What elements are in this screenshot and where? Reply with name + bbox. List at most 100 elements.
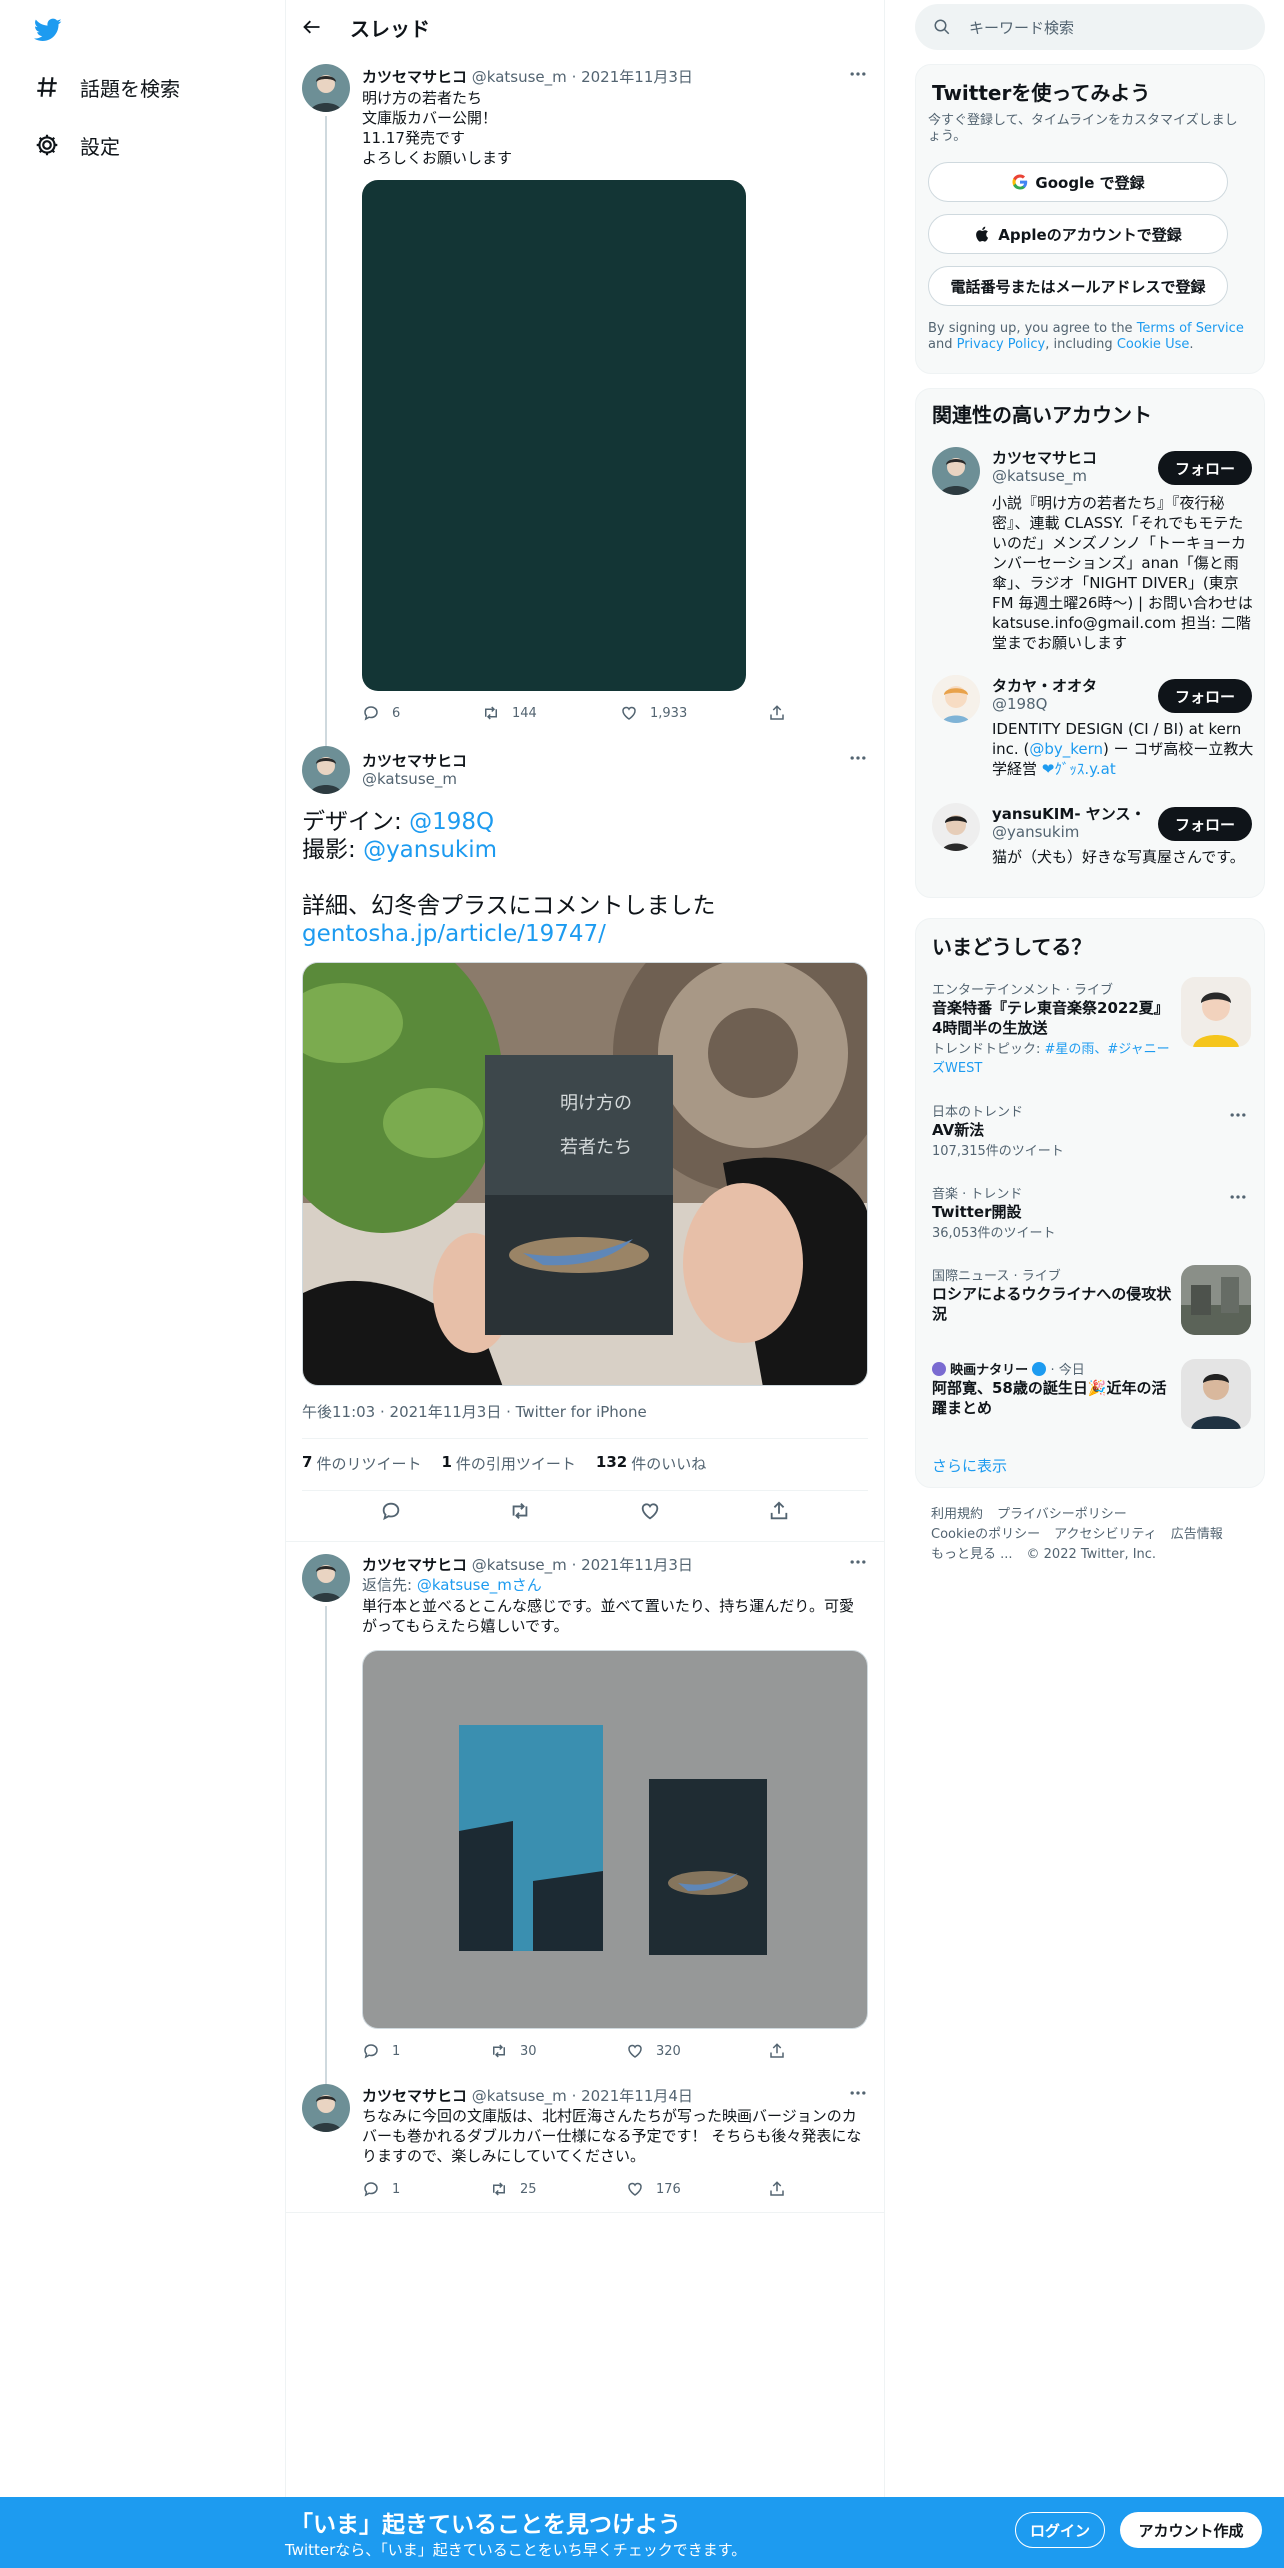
- share-icon[interactable]: [768, 1500, 790, 1522]
- tweet-actions: 1 30 320: [362, 2042, 798, 2060]
- heart-icon[interactable]: [639, 1500, 661, 1522]
- trend-thumbnail[interactable]: [1181, 977, 1251, 1047]
- trend-item[interactable]: 日本のトレンド AV新法 107,315件のツイート: [932, 1101, 1252, 1159]
- footer-accessibility-link[interactable]: アクセシビリティ: [1054, 1527, 1157, 1542]
- more-icon[interactable]: [1228, 1105, 1248, 1125]
- account-handle[interactable]: @katsuse_m: [992, 467, 1087, 485]
- reply-icon[interactable]: [380, 1500, 402, 1522]
- tweet-stats: 7 件のリツイート 1 件の引用ツイート 132 件のいいね: [302, 1453, 726, 1474]
- quote-total[interactable]: 1: [441, 1453, 451, 1474]
- cookie-link[interactable]: Cookie Use: [1117, 337, 1190, 352]
- share-icon: [770, 2043, 784, 2058]
- quote-total-label[interactable]: 件の引用ツイート: [456, 1453, 576, 1474]
- back-arrow-icon[interactable]: [302, 17, 322, 37]
- trend-item[interactable]: 映画ナタリー · 今日 阿部寛、58歳の誕生日🎉近年の活躍まとめ: [932, 1359, 1172, 1418]
- author-name[interactable]: カツセマサヒコ: [362, 68, 467, 86]
- heart-icon: [628, 2044, 642, 2058]
- like-total-label[interactable]: 件のいいね: [631, 1453, 706, 1474]
- search-input[interactable]: キーワード検索: [915, 4, 1265, 50]
- footer-ads-link[interactable]: 広告情報: [1171, 1527, 1223, 1542]
- avatar[interactable]: [932, 675, 980, 723]
- like-button[interactable]: 1,933: [620, 704, 768, 722]
- article-link[interactable]: gentosha.jp/article/19747/: [302, 921, 606, 947]
- phone-email-signup-button[interactable]: 電話番号またはメールアドレスで登録: [928, 266, 1228, 306]
- avatar[interactable]: [302, 2084, 350, 2132]
- mention-link[interactable]: @by_kern: [1029, 740, 1103, 758]
- more-icon[interactable]: [848, 2083, 868, 2103]
- tweet-meta[interactable]: 午後11:03 · 2021年11月3日 · Twitter for iPhon…: [302, 1401, 647, 1422]
- tweet-date[interactable]: · 2021年11月3日: [572, 1556, 693, 1574]
- more-icon[interactable]: [848, 64, 868, 84]
- avatar[interactable]: [932, 447, 980, 495]
- retweet-icon: [493, 2044, 505, 2058]
- author-handle[interactable]: @katsuse_m: [472, 68, 567, 86]
- trend-thumbnail[interactable]: [1181, 1265, 1251, 1335]
- tweet-date[interactable]: · 2021年11月3日: [572, 68, 693, 86]
- footer-more-link[interactable]: もっと見る ...: [931, 1547, 1013, 1562]
- footer-cookie-link[interactable]: Cookieのポリシー: [931, 1527, 1040, 1542]
- twitter-logo-icon[interactable]: [32, 16, 64, 44]
- author-handle[interactable]: @katsuse_m: [362, 770, 457, 788]
- reply-button[interactable]: 6: [362, 704, 482, 722]
- avatar[interactable]: [302, 746, 350, 794]
- book-cover-image[interactable]: [362, 180, 746, 691]
- follow-button[interactable]: フォロー: [1158, 451, 1252, 485]
- books-comparison-image[interactable]: [362, 1650, 868, 2029]
- avatar[interactable]: [302, 1554, 350, 1602]
- share-button[interactable]: [768, 704, 798, 722]
- mention-link[interactable]: @198Q: [409, 809, 494, 835]
- footer-privacy-link[interactable]: プライバシーポリシー: [997, 1507, 1127, 1522]
- retweet-icon[interactable]: [509, 1500, 531, 1522]
- more-icon[interactable]: [1228, 1187, 1248, 1207]
- account-handle[interactable]: @yansukim: [992, 823, 1079, 841]
- show-more-link[interactable]: さらに表示: [932, 1455, 1007, 1476]
- follow-button[interactable]: フォロー: [1158, 679, 1252, 713]
- reply-button[interactable]: 1: [362, 2042, 490, 2060]
- retweet-icon: [485, 706, 497, 720]
- privacy-link[interactable]: Privacy Policy: [957, 337, 1046, 352]
- trend-thumbnail[interactable]: [1181, 1359, 1251, 1429]
- nav-explore[interactable]: 話題を検索: [34, 67, 180, 107]
- share-button[interactable]: [768, 2180, 798, 2198]
- footer-terms-link[interactable]: 利用規約: [931, 1507, 983, 1522]
- share-button[interactable]: [768, 2042, 798, 2060]
- book-photo-image[interactable]: [302, 962, 868, 1386]
- account-handle[interactable]: @198Q: [992, 695, 1047, 713]
- retweet-button[interactable]: 25: [490, 2180, 626, 2198]
- trend-item[interactable]: 国際ニュース · ライブ ロシアによるウクライナへの侵攻状況: [932, 1265, 1172, 1324]
- like-button[interactable]: 320: [626, 2042, 768, 2060]
- avatar[interactable]: [302, 64, 350, 112]
- author-name[interactable]: カツセマサヒコ: [362, 750, 467, 771]
- follow-button[interactable]: フォロー: [1158, 807, 1252, 841]
- author-name[interactable]: カツセマサヒコ: [362, 1556, 467, 1574]
- account-name[interactable]: タカヤ・オオタ: [992, 675, 1097, 696]
- account-name[interactable]: カツセマサヒコ: [992, 447, 1097, 468]
- reply-button[interactable]: 1: [362, 2180, 490, 2198]
- trend-item[interactable]: 音楽 · トレンド Twitter開設 36,053件のツイート: [932, 1183, 1252, 1241]
- bio-link[interactable]: ❤︎ｸﾞｯｽ.y.at: [1042, 760, 1116, 778]
- tweet-date[interactable]: · 2021年11月4日: [572, 2087, 693, 2105]
- author-handle[interactable]: @katsuse_m: [472, 1556, 567, 1574]
- more-icon[interactable]: [848, 1552, 868, 1572]
- retweet-total[interactable]: 7: [302, 1453, 312, 1474]
- more-icon[interactable]: [848, 748, 868, 768]
- mention-link[interactable]: @yansukim: [363, 837, 497, 863]
- google-signup-button[interactable]: Google で登録: [928, 162, 1228, 202]
- terms-link[interactable]: Terms of Service: [1137, 321, 1244, 336]
- nav-settings[interactable]: 設定: [34, 125, 120, 165]
- author-name[interactable]: カツセマサヒコ: [362, 2087, 467, 2105]
- login-button[interactable]: ログイン: [1015, 2512, 1105, 2548]
- trend-item[interactable]: エンターテインメント · ライブ 音楽特番『テレ東音楽祭2022夏』4時間半の生…: [932, 979, 1172, 1076]
- signup-button[interactable]: アカウント作成: [1120, 2512, 1262, 2548]
- retweet-total-label[interactable]: 件のリツイート: [316, 1453, 421, 1474]
- reply-to-link[interactable]: @katsuse_mさん: [417, 1576, 542, 1594]
- account-name[interactable]: yansuKIM- ヤンス・...: [992, 803, 1142, 824]
- like-total[interactable]: 132: [596, 1453, 627, 1474]
- retweet-button[interactable]: 30: [490, 2042, 626, 2060]
- author-handle[interactable]: @katsuse_m: [472, 2087, 567, 2105]
- like-button[interactable]: 176: [626, 2180, 768, 2198]
- avatar[interactable]: [932, 803, 980, 851]
- legal-text: By signing up, you agree to the: [928, 321, 1137, 336]
- retweet-button[interactable]: 144: [482, 704, 620, 722]
- apple-signup-button[interactable]: Appleのアカウントで登録: [928, 214, 1228, 254]
